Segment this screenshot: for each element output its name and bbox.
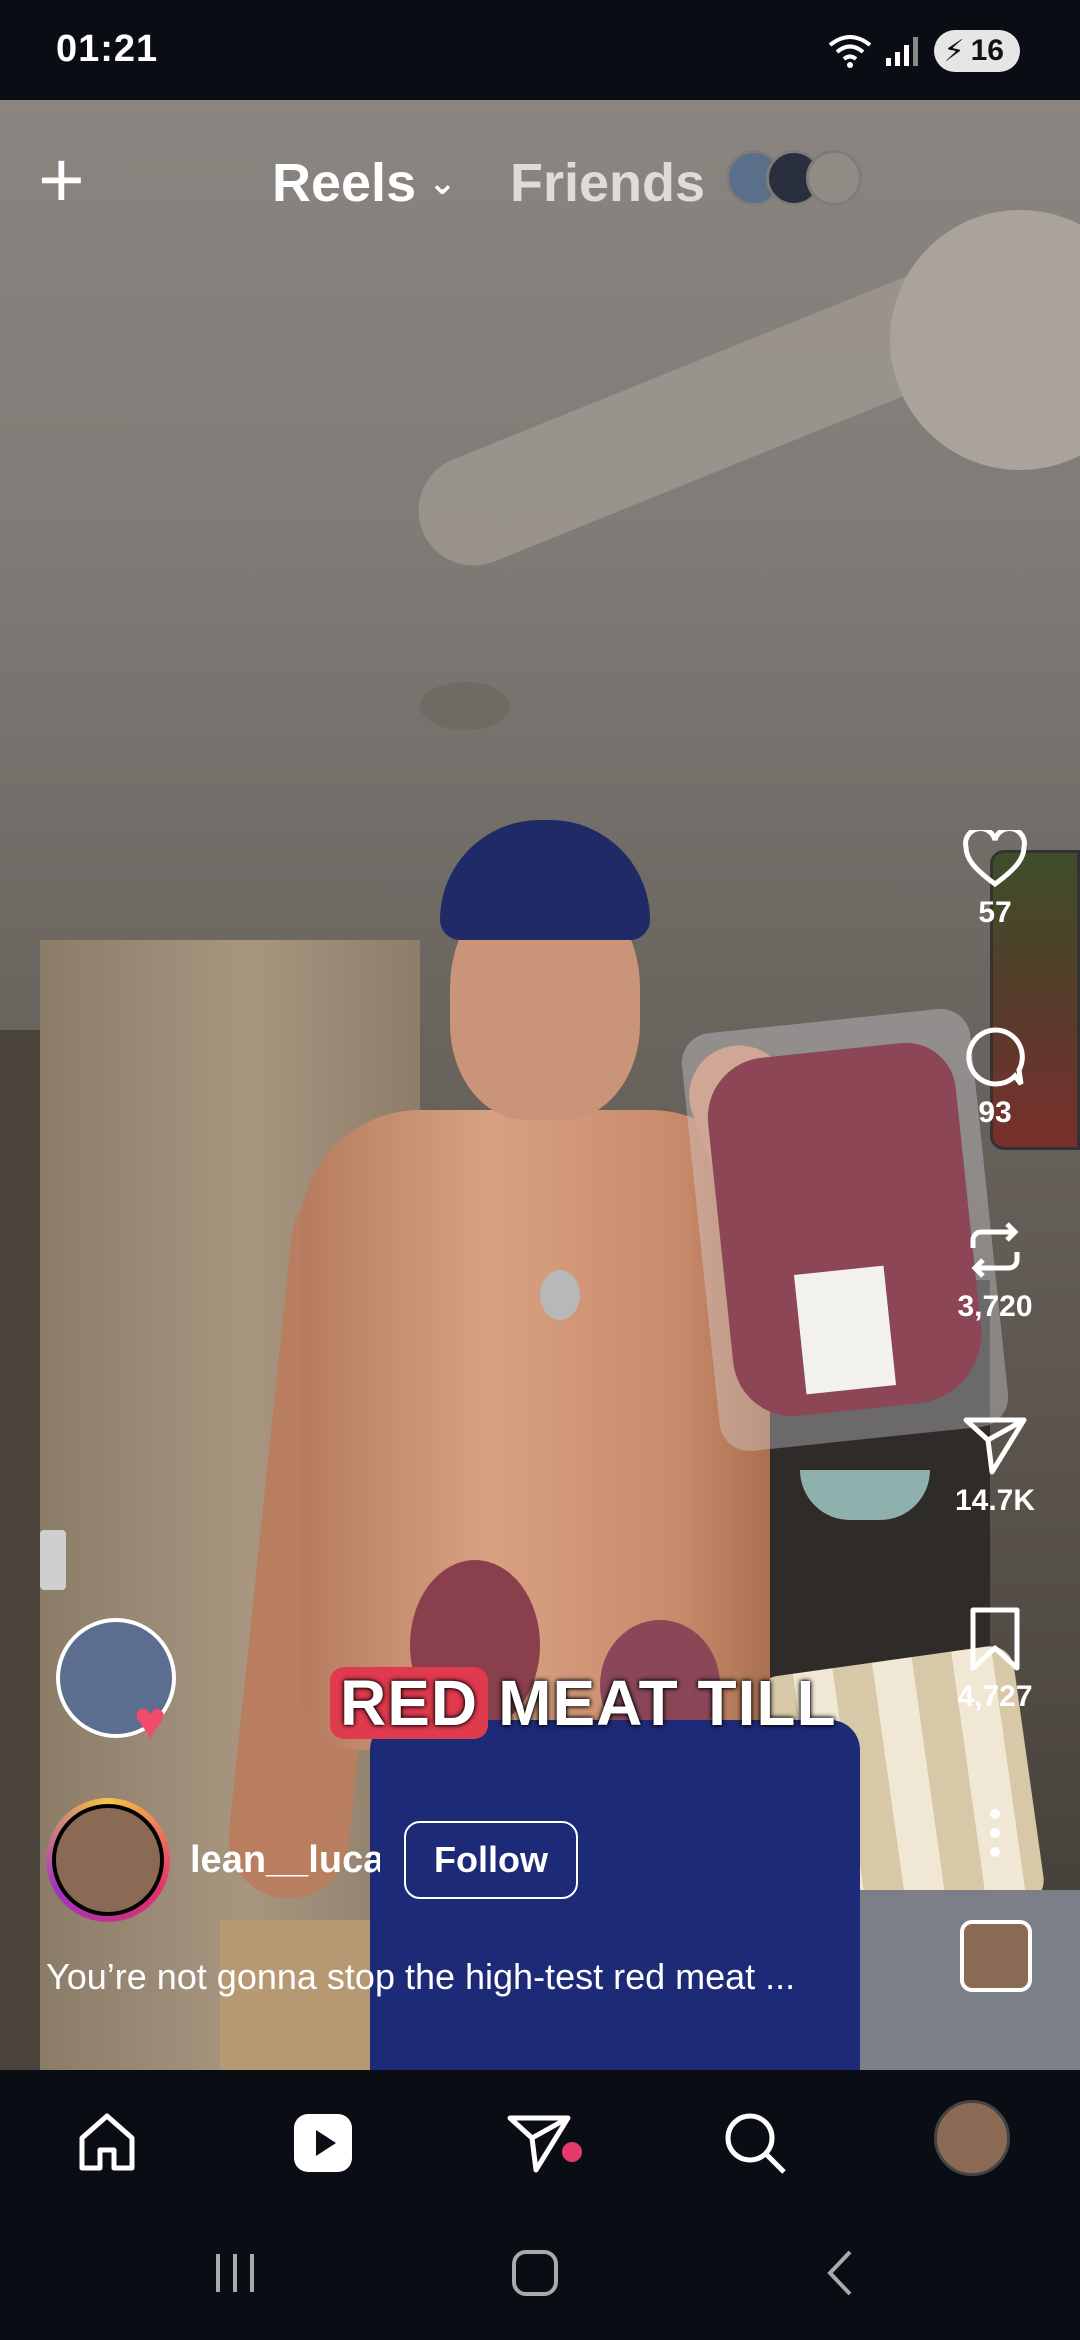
video-caption-overlay: RED MEAT TILL	[330, 1666, 837, 1740]
video-scene-cap	[440, 820, 650, 940]
share-button[interactable]: 14.7K	[950, 1414, 1040, 1518]
bottom-nav	[0, 2070, 1080, 2210]
author-username[interactable]: lean__luca	[190, 1839, 380, 1882]
profile-avatar[interactable]	[934, 2100, 1010, 2176]
friend-avatars[interactable]	[726, 150, 862, 206]
share-count: 14.7K	[954, 1484, 1036, 1517]
status-bar: 01:21 ⚡ 16	[0, 0, 1080, 100]
back-icon[interactable]	[816, 2248, 866, 2298]
reels-icon[interactable]	[288, 2108, 358, 2178]
reel-caption[interactable]: You’re not gonna stop the high-test red …	[46, 1956, 906, 1998]
comment-icon	[966, 1027, 1025, 1087]
repost-button[interactable]: 3,720	[950, 1218, 1040, 1324]
status-time: 01:21	[56, 28, 159, 70]
like-count: 57	[978, 896, 1012, 929]
video-scene-necklace	[540, 1270, 580, 1320]
more-vertical-icon	[990, 1809, 1000, 1857]
recent-apps-icon[interactable]	[210, 2248, 260, 2298]
home-icon[interactable]	[72, 2108, 142, 2178]
send-icon	[963, 1417, 1027, 1475]
search-icon[interactable]	[720, 2108, 790, 2178]
reels-top-nav: + Reels ⌄ Friends	[0, 130, 1080, 230]
wifi-icon	[828, 35, 871, 68]
plus-icon[interactable]: +	[38, 140, 85, 220]
video-scene-door-handle	[40, 1530, 66, 1590]
author-row: lean__luca Follow	[46, 1798, 578, 1922]
reel-video[interactable]	[0, 100, 1080, 2070]
video-scene-light	[420, 682, 510, 730]
home-system-icon[interactable]	[510, 2248, 560, 2298]
more-options-button[interactable]	[950, 1806, 1040, 1868]
save-button[interactable]: 4,727	[950, 1606, 1040, 1714]
audio-thumbnail[interactable]	[960, 1920, 1032, 1992]
video-caption-highlight: RED	[330, 1667, 489, 1739]
bookmark-icon	[970, 1607, 1020, 1671]
like-button[interactable]: 57	[950, 830, 1040, 930]
tab-reels[interactable]: Reels ⌄	[272, 152, 457, 214]
heart-icon	[963, 830, 1027, 888]
charging-bolt-icon: ⚡	[943, 34, 965, 68]
status-icons: ⚡ 16	[828, 30, 1020, 72]
tab-reels-label: Reels	[272, 153, 417, 213]
tab-friends[interactable]: Friends	[510, 152, 705, 214]
direct-messages-icon[interactable]	[504, 2108, 574, 2178]
heart-sticker-icon: ♥	[134, 1691, 167, 1751]
friend-avatar	[806, 150, 862, 206]
video-scene-fan-hub	[890, 210, 1080, 470]
comment-count: 93	[978, 1096, 1012, 1129]
notification-dot	[562, 2142, 582, 2162]
follow-button[interactable]: Follow	[404, 1821, 578, 1899]
comment-button[interactable]: 93	[950, 1026, 1040, 1130]
video-scene-label	[793, 1265, 897, 1395]
chevron-down-icon: ⌄	[428, 164, 457, 202]
battery-indicator: ⚡ 16	[933, 30, 1020, 72]
save-count: 4,727	[957, 1680, 1033, 1713]
video-caption-text: MEAT TILL	[498, 1667, 837, 1739]
system-nav-bar	[0, 2210, 1080, 2340]
repost-count: 3,720	[957, 1290, 1033, 1323]
signal-icon	[885, 37, 918, 66]
battery-level: 16	[970, 34, 1004, 67]
repost-icon	[970, 1222, 1020, 1278]
author-avatar[interactable]	[46, 1798, 170, 1922]
